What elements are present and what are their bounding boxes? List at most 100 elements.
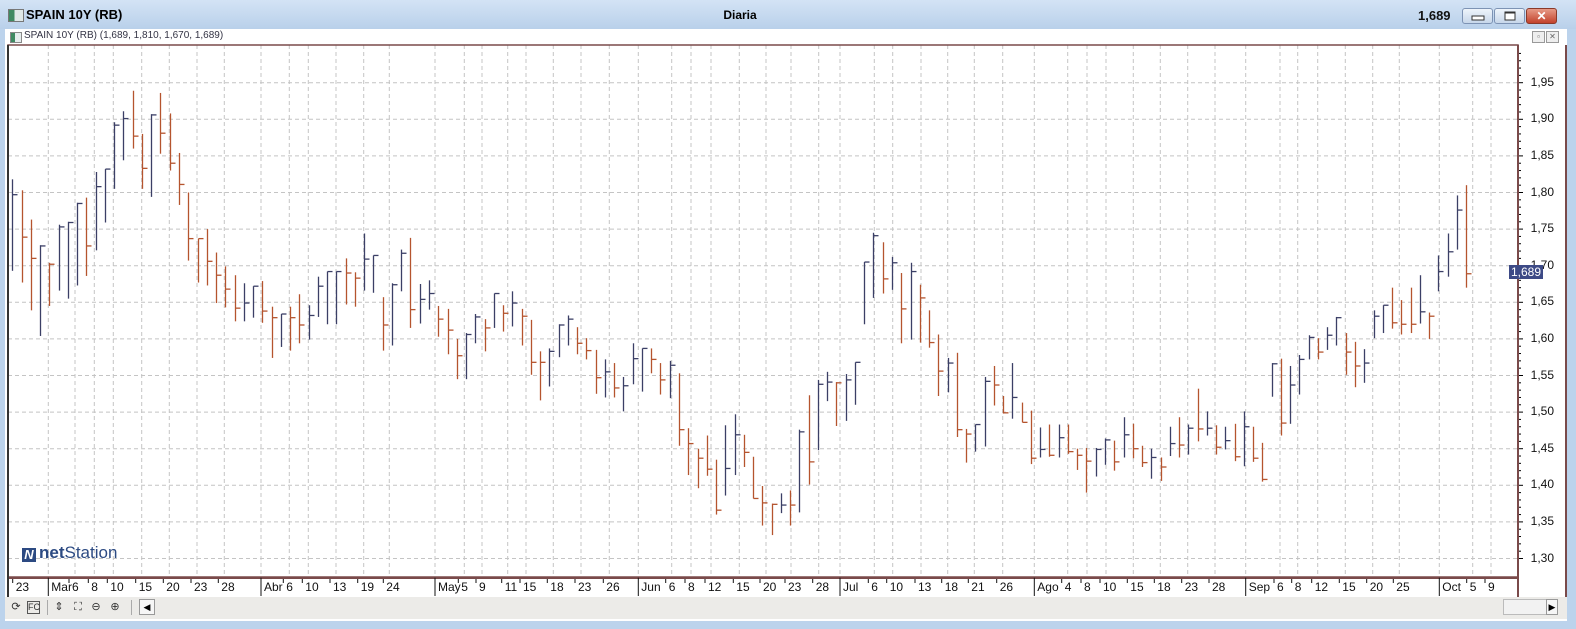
ohlc-bar: [187, 192, 194, 261]
ohlc-bar: [215, 252, 222, 304]
ohlc-bar: [863, 261, 870, 325]
x-day-label: 15: [138, 580, 153, 594]
ohlc-bar: [567, 315, 574, 346]
ohlc-bar: [409, 237, 416, 328]
refresh-icon[interactable]: ⟳: [9, 600, 23, 614]
ohlc-bar: [891, 256, 898, 290]
y-tick-label: 1,35: [1530, 513, 1554, 528]
ohlc-bar: [1197, 388, 1204, 442]
ohlc-bar: [595, 349, 602, 394]
ohlc-bar: [650, 348, 657, 374]
ohlc-bar: [1058, 424, 1065, 458]
zoom-area-icon[interactable]: ⛶: [71, 600, 85, 614]
ohlc-bar: [95, 172, 102, 251]
ohlc-bar: [1382, 304, 1389, 334]
zoom-in-icon[interactable]: ⊕: [108, 600, 122, 614]
ohlc-bar: [1206, 411, 1213, 436]
y-tick-label: 1,80: [1530, 184, 1554, 199]
y-tick-label: 1,95: [1530, 74, 1554, 89]
ohlc-bar: [1400, 300, 1407, 335]
ohlc-bar: [1178, 417, 1185, 458]
ohlc-bar: [1132, 423, 1139, 459]
x-day-label: 15: [1342, 580, 1356, 594]
ohlc-bar: [1298, 355, 1305, 395]
ohlc-bar: [58, 224, 65, 291]
x-month-label: Oct: [1442, 580, 1461, 594]
ohlc-bar: [1280, 358, 1287, 436]
x-month-label: Sep: [1248, 580, 1271, 594]
x-day-label: 28: [1212, 580, 1226, 594]
ohlc-bar: [622, 376, 629, 412]
x-month-label: Jun: [641, 580, 661, 594]
ohlc-bar: [437, 305, 444, 337]
x-day-label: 24: [386, 580, 400, 594]
ohlc-bar: [1187, 424, 1194, 455]
toolbar-divider: [131, 600, 132, 615]
x-day-label: 23: [578, 580, 592, 594]
x-day-label: 4: [1064, 580, 1072, 594]
ohlc-bar: [104, 168, 111, 223]
x-day-label: 13: [918, 580, 932, 594]
price-chart[interactable]: [0, 0, 1576, 629]
ohlc-bar: [521, 308, 528, 346]
ohlc-bar: [67, 221, 74, 299]
ohlc-bar: [456, 338, 463, 380]
ohlc-bar: [1067, 424, 1074, 454]
ohlc-bar: [993, 365, 1000, 406]
ohlc-bar: [798, 429, 805, 513]
ohlc-bar: [159, 92, 166, 154]
ohlc-bar: [854, 361, 861, 405]
x-day-label: 12: [1314, 580, 1329, 594]
ohlc-bar: [447, 308, 454, 355]
ohlc-bar: [169, 113, 176, 171]
x-day-label: 26: [999, 580, 1014, 594]
ohlc-bar: [280, 313, 287, 347]
ohlc-bar: [372, 254, 379, 293]
ohlc-bar: [326, 270, 333, 325]
ohlc-bar: [678, 373, 685, 446]
ohlc-bar: [641, 347, 648, 392]
x-day-label: 9: [1488, 580, 1495, 594]
y-tick-label: 1,60: [1530, 330, 1554, 345]
netstation-logo: NnetStation: [22, 543, 117, 563]
ohlc-bar: [234, 275, 241, 322]
ohlc-bar: [39, 245, 46, 336]
x-day-label: 28: [221, 580, 235, 594]
ohlc-bar: [400, 249, 407, 292]
ohlc-bar: [965, 428, 972, 463]
x-day-label: 23: [1184, 580, 1199, 594]
ohlc-bar: [76, 202, 83, 286]
x-day-label: 6: [286, 580, 293, 594]
formula-icon[interactable]: FC: [27, 601, 40, 614]
zoom-out-icon[interactable]: ⊖: [89, 600, 103, 614]
ohlc-bar: [1419, 275, 1426, 324]
x-day-label: 25: [1396, 580, 1410, 594]
x-month-label: Mar: [51, 580, 72, 594]
y-tick-label: 1,55: [1530, 367, 1554, 382]
ohlc-bar: [1113, 440, 1120, 471]
ohlc-bar: [298, 294, 305, 344]
ohlc-bar: [289, 306, 296, 351]
horizontal-scrollbar[interactable]: [1503, 599, 1547, 615]
vertical-scale-icon[interactable]: ⇕: [52, 600, 66, 614]
y-tick-label: 1,75: [1530, 221, 1554, 236]
ohlc-bar: [835, 382, 842, 427]
ohlc-bar: [1335, 316, 1342, 346]
x-day-label: 23: [788, 580, 802, 594]
ohlc-bar: [1215, 425, 1222, 455]
y-tick-label: 1,90: [1530, 111, 1554, 126]
ohlc-bar: [1224, 426, 1231, 450]
scroll-right-button[interactable]: ▶: [1546, 599, 1558, 615]
x-day-label: 20: [763, 580, 777, 594]
ohlc-bar: [761, 486, 768, 526]
ohlc-bar: [11, 179, 18, 271]
x-day-label: 9: [479, 580, 486, 594]
scroll-left-button[interactable]: ◀: [139, 599, 155, 615]
right-panel-border: [1565, 45, 1567, 597]
ohlc-bar: [30, 219, 37, 311]
x-day-label: 18: [944, 580, 959, 594]
y-tick-label: 1,40: [1530, 477, 1554, 492]
ohlc-bar: [937, 334, 944, 396]
ohlc-bar: [1095, 447, 1102, 477]
ohlc-bar: [1428, 312, 1435, 339]
